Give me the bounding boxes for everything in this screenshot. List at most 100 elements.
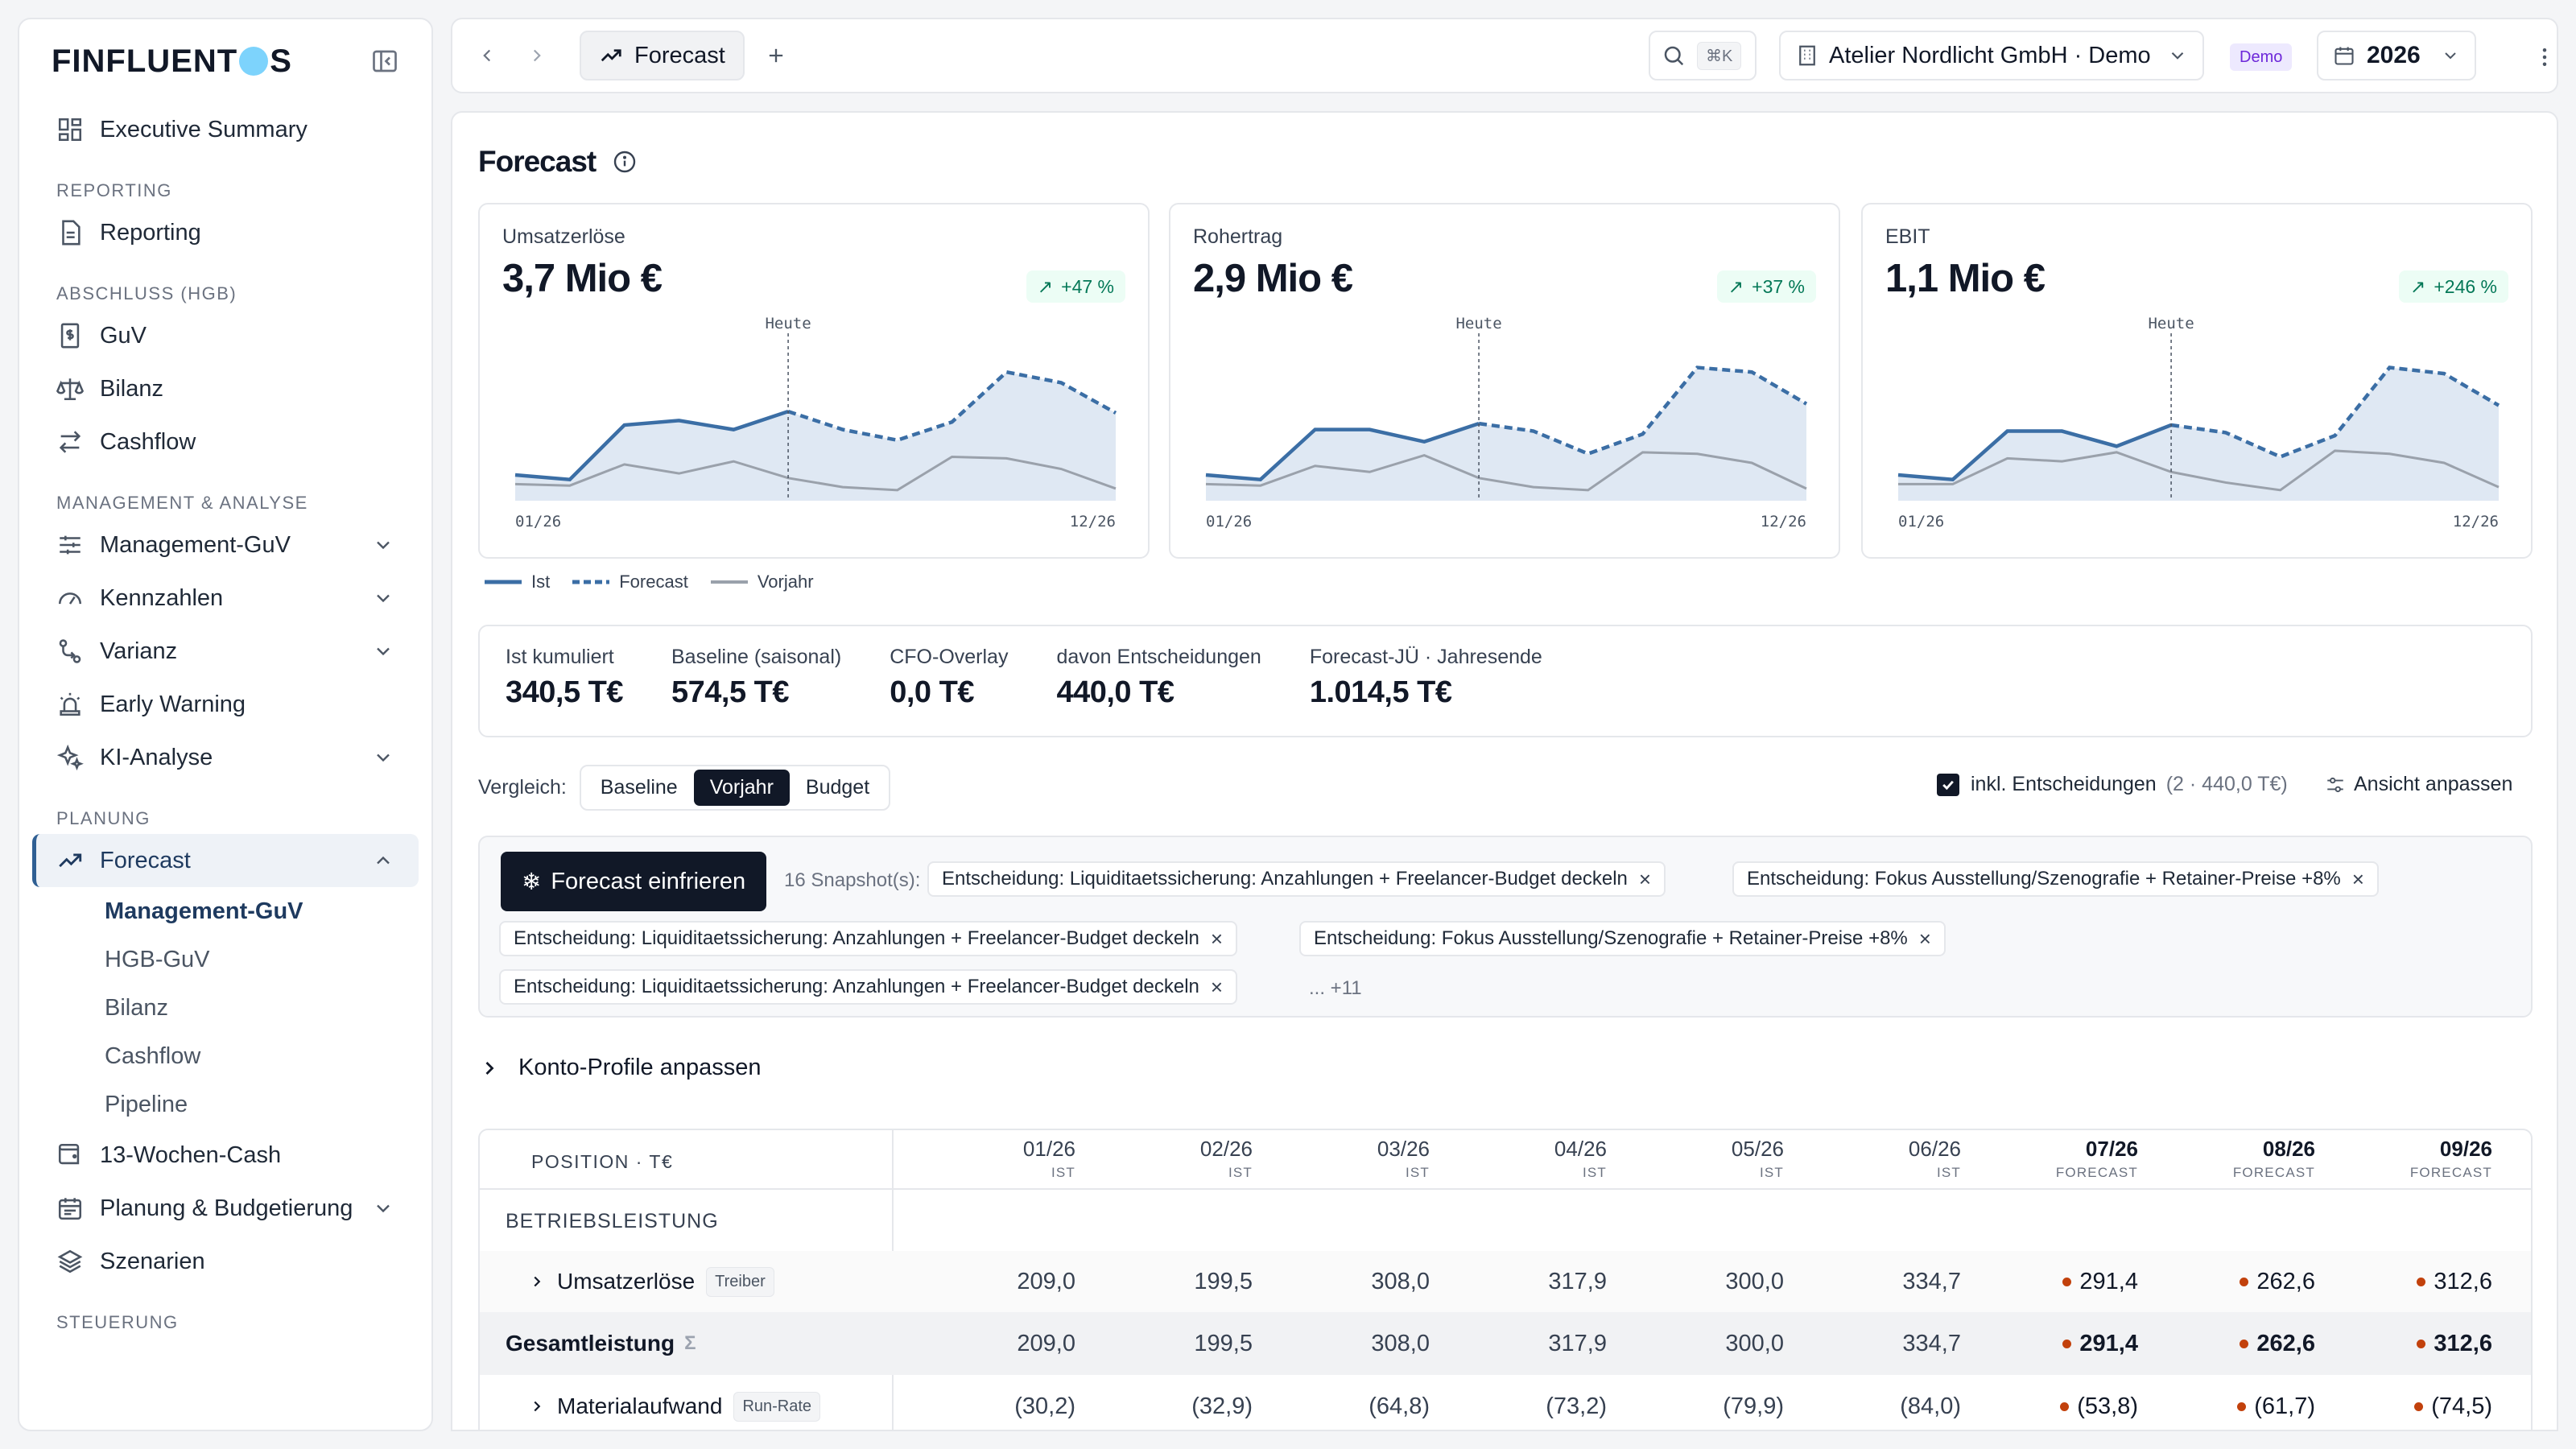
sidebar-subitem-bilanz[interactable]: Bilanz <box>19 984 431 1032</box>
row-label-text: Umsatzerlöse <box>557 1269 696 1294</box>
table-cell: 317,9 <box>1462 1312 1607 1375</box>
sliders-icon <box>60 535 80 555</box>
snapshot-chip[interactable]: Entscheidung: Liquiditaetssicherung: Anz… <box>927 861 1666 897</box>
snapshot-chip[interactable]: Entscheidung: Liquiditaetssicherung: Anz… <box>499 969 1238 1005</box>
sidebar-item-bilanz[interactable]: Bilanz <box>32 362 419 415</box>
sidebar-item-label: Forecast <box>100 847 191 873</box>
cell-value: (73,2) <box>1546 1393 1607 1419</box>
snapshot-chip[interactable]: Entscheidung: Fokus Ausstellung/Szenogra… <box>1732 861 2379 897</box>
info-icon[interactable] <box>612 149 638 175</box>
konto-profile-toggle[interactable]: Konto-Profile anpassen <box>478 1055 761 1081</box>
table-row[interactable]: Umsatzerlöse Treiber 209,0 199,5 308,0 317,… <box>480 1251 2531 1312</box>
sidebar-subitem-cashflow[interactable]: Cashflow <box>19 1032 431 1080</box>
cell-value: 308,0 <box>1371 1268 1430 1294</box>
checkbox-checked-icon[interactable] <box>1937 773 1959 796</box>
tab-forecast[interactable]: Forecast <box>580 31 745 80</box>
building-icon <box>1799 45 1815 66</box>
close-icon[interactable]: × <box>2352 867 2364 892</box>
snapshot-chip[interactable]: Entscheidung: Fokus Ausstellung/Szenogra… <box>1299 921 1946 956</box>
chevron-down-icon[interactable] <box>372 1197 394 1220</box>
sidebar-item-executive-summary[interactable]: Executive Summary <box>32 103 419 156</box>
trending-up-icon <box>601 49 621 62</box>
compare-option-vorjahr[interactable]: Vorjahr <box>693 770 790 806</box>
column-month: 04/26 <box>1554 1137 1607 1161</box>
search-icon <box>1664 46 1684 66</box>
freeze-forecast-button[interactable]: ❄ Forecast einfrieren <box>501 852 767 911</box>
cell-value: 291,4 <box>2079 1268 2138 1294</box>
table-cell[interactable]: 262,6 <box>2170 1251 2315 1312</box>
table-cell[interactable]: (74,5) <box>2347 1375 2492 1430</box>
kpi-label: Umsatzerlöse <box>502 225 625 248</box>
adjust-view-button[interactable]: Ansicht anpassen <box>2325 773 2512 796</box>
kpi-delta-value: +246 % <box>2434 275 2497 297</box>
column-month: 09/26 <box>2439 1137 2492 1161</box>
compare-option-budget[interactable]: Budget <box>790 770 886 806</box>
sidebar-subitem-management-guv[interactable]: Management-GuV <box>19 887 431 935</box>
close-icon[interactable]: × <box>1211 927 1223 952</box>
close-icon[interactable]: × <box>1919 927 1931 952</box>
sidebar-item-guv[interactable]: GuV <box>32 309 419 362</box>
compare-option-baseline[interactable]: Baseline <box>584 770 694 806</box>
forward-button[interactable] <box>518 37 555 74</box>
chevron-down-icon[interactable] <box>372 746 394 769</box>
snapshot-panel: ❄ Forecast einfrieren 16 Snapshot(s): Ent… <box>478 836 2533 1018</box>
sidebar-item-early-warning[interactable]: Early Warning <box>32 678 419 731</box>
table-cell[interactable]: 262,6 <box>2170 1312 2315 1375</box>
table-cell[interactable]: (61,7) <box>2170 1375 2315 1430</box>
chevron-down-icon[interactable] <box>372 534 394 556</box>
chevron-up-icon[interactable] <box>372 849 394 872</box>
sidebar-item-management-guv[interactable]: Management-GuV <box>32 518 419 572</box>
legend-line-dashed <box>572 580 610 584</box>
back-button[interactable] <box>469 37 506 74</box>
sidebar-subitem-pipeline[interactable]: Pipeline <box>19 1080 431 1129</box>
snapshot-chip[interactable]: Entscheidung: Liquiditaetssicherung: Anz… <box>499 921 1238 956</box>
close-icon[interactable]: × <box>1211 975 1223 1000</box>
summary-stats: Ist kumuliert 340,5 T€ Baseline (saisonal… <box>478 625 2533 737</box>
chevron-right-icon[interactable] <box>528 1397 546 1415</box>
sidebar-item-reporting[interactable]: Reporting <box>32 206 419 259</box>
stat-label: CFO-Overlay <box>890 646 1009 668</box>
sidebar-collapse-icon[interactable] <box>370 47 399 76</box>
sidebar-item-planung-budgetierung[interactable]: Planung & Budgetierung <box>32 1182 419 1235</box>
cell-value: 312,6 <box>2434 1268 2492 1294</box>
add-tab-button[interactable] <box>758 37 795 74</box>
plus-icon <box>769 48 782 63</box>
stat-value: 0,0 T€ <box>890 675 974 709</box>
stat-label: Forecast-JÜ · Jahresende <box>1309 646 1542 668</box>
chevron-down-icon[interactable] <box>372 640 394 663</box>
sidebar-item-forecast[interactable]: Forecast <box>32 834 419 887</box>
table-cell[interactable]: 291,4 <box>1993 1251 2138 1312</box>
sidebar-item-kennzahlen[interactable]: Kennzahlen <box>32 572 419 625</box>
section-label-planung: PLANUNG <box>56 808 151 828</box>
search-shortcut: ⌘K <box>1697 41 1742 70</box>
kpi-card-ebit[interactable]: EBIT 1,1 Mio € ↗ +246 % Heute 01/26 12/26 <box>1861 203 2533 559</box>
sidebar-item-szenarien[interactable]: Szenarien <box>32 1235 419 1288</box>
sidebar-item-cashflow[interactable]: Cashflow <box>32 415 419 469</box>
sidebar-subitem-hgb-guv[interactable]: HGB-GuV <box>19 935 431 984</box>
chevron-right-icon[interactable] <box>528 1273 546 1290</box>
year-selector[interactable]: 2026 <box>2317 31 2476 80</box>
table-cell[interactable]: 312,6 <box>2347 1312 2492 1375</box>
more-vertical-icon[interactable] <box>2533 39 2557 76</box>
more-snapshots[interactable]: ... +11 <box>1309 977 1362 1000</box>
kpi-card-umsatz[interactable]: Umsatzerlöse 3,7 Mio € ↗ +47 % Heute 01/26… <box>478 203 1150 559</box>
kpi-delta-value: +47 % <box>1061 275 1114 297</box>
cell-value: (64,8) <box>1368 1393 1430 1419</box>
chevron-down-icon[interactable] <box>372 587 394 609</box>
table-cell[interactable]: (53,8) <box>1993 1375 2138 1430</box>
sidebar-item-varianz[interactable]: Varianz <box>32 625 419 678</box>
kpi-card-rohertrag[interactable]: Rohertrag 2,9 Mio € ↗ +37 % Heute 01/26 12/… <box>1169 203 1840 559</box>
search-button[interactable]: ⌘K <box>1649 31 1757 80</box>
table-cell[interactable]: 312,6 <box>2347 1251 2492 1312</box>
sidebar-item-13-wochen-cash[interactable]: 13-Wochen-Cash <box>32 1129 419 1182</box>
table-row[interactable]: Materialaufwand Run-Rate (30,2) (32,9) (64… <box>480 1375 2531 1430</box>
table-cell: 300,0 <box>1639 1312 1784 1375</box>
decisions-toggle[interactable]: inkl. Entscheidungen (2 · 440,0 T€) <box>1937 773 2288 796</box>
stat-value: 574,5 T€ <box>671 675 790 709</box>
close-icon[interactable]: × <box>1639 867 1651 892</box>
company-selector[interactable]: Atelier Nordlicht GmbH · Demo <box>1779 31 2204 80</box>
table-row[interactable]: Gesamtleistung Σ 209,0 199,5 308,0 317,9 300… <box>480 1312 2531 1375</box>
sidebar-item-ki-analyse[interactable]: KI-Analyse <box>32 731 419 784</box>
table-cell[interactable]: 291,4 <box>1993 1312 2138 1375</box>
app-logo[interactable]: FINFLUENT S <box>52 43 292 80</box>
